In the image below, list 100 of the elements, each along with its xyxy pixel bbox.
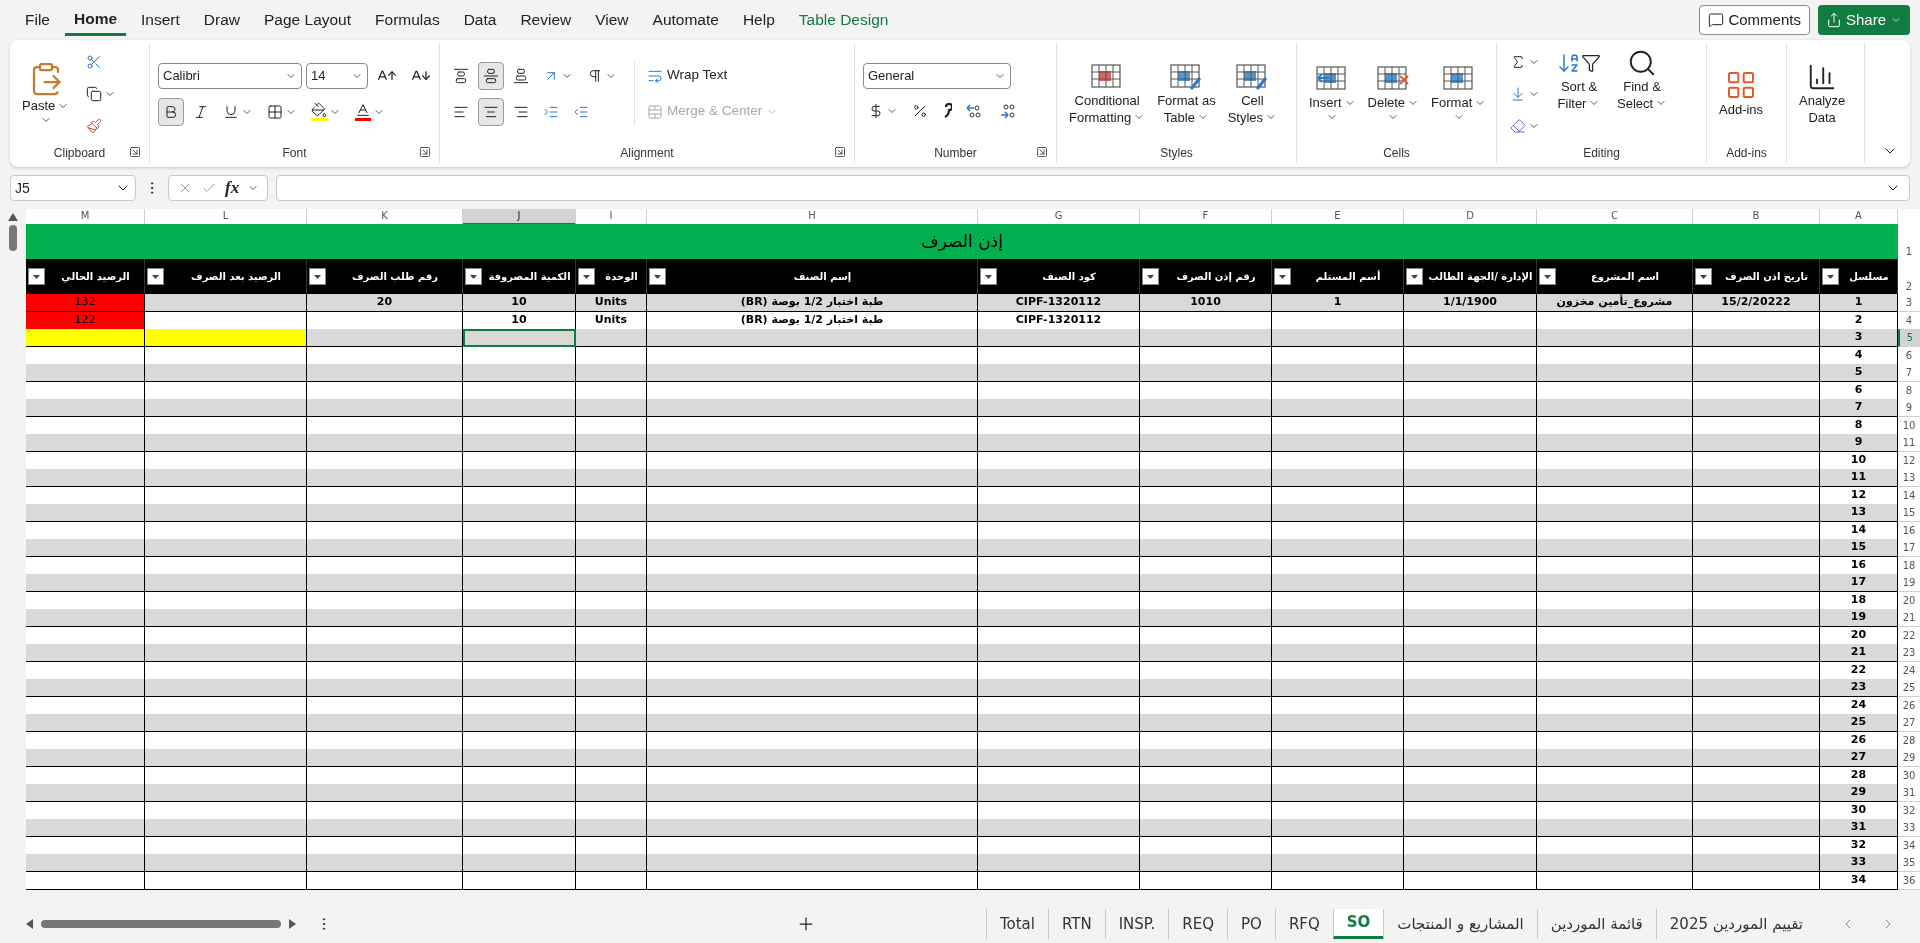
copy-icon — [86, 85, 103, 102]
filter-dropdown-button[interactable] — [578, 268, 595, 285]
filter-dropdown-button[interactable] — [309, 268, 326, 285]
menu-tab[interactable]: Page Layout — [255, 4, 361, 36]
menu-tab[interactable]: File — [16, 4, 59, 36]
add-ins-button[interactable]: Add-ins — [1715, 69, 1768, 118]
bold-button[interactable] — [158, 97, 184, 126]
paste-button[interactable]: Paste — [18, 61, 74, 126]
row-number[interactable]: 29 — [1898, 749, 1920, 767]
sheet-tab[interactable]: المشاريع و المنتجات — [1383, 909, 1537, 939]
table-cell — [576, 574, 647, 592]
number-format-dropdown[interactable]: General — [863, 62, 1011, 89]
filter-dropdown-button[interactable] — [465, 268, 482, 285]
filter-dropdown-button[interactable] — [1822, 268, 1839, 285]
paintbrush-icon — [86, 117, 103, 134]
menu-tab[interactable]: Data — [454, 4, 506, 36]
name-box[interactable]: J5 — [10, 175, 136, 201]
row-number[interactable]: 33 — [1898, 819, 1920, 837]
cells-button[interactable]: Format — [1427, 64, 1491, 123]
table-cell: 33 — [1820, 854, 1898, 872]
row-number[interactable]: 13 — [1898, 469, 1920, 487]
row-number[interactable]: 27 — [1898, 714, 1920, 732]
filter-dropdown-button[interactable] — [980, 268, 997, 285]
table-cell: 3 — [1820, 329, 1898, 347]
font-family-dropdown[interactable]: Calibri — [158, 62, 302, 89]
sheet-tab[interactable]: تقييم الموردين 2025 — [1655, 909, 1816, 939]
menu-tab[interactable]: Automate — [643, 4, 728, 36]
filter-dropdown-button[interactable] — [1695, 268, 1712, 285]
sheet-tab[interactable]: PO — [1227, 909, 1275, 939]
row-number[interactable]: 31 — [1898, 784, 1920, 802]
filter-dropdown-button[interactable] — [147, 268, 164, 285]
horizontal-scrollbar-thumb[interactable] — [41, 920, 281, 928]
menu-tab[interactable]: Review — [511, 4, 581, 36]
sheet-tab[interactable]: REQ — [1168, 909, 1228, 939]
row-number[interactable]: 2 — [1898, 259, 1920, 294]
filter-dropdown-button[interactable] — [649, 268, 666, 285]
styles-button[interactable]: Conditional Formatting — [1065, 61, 1150, 126]
row-number[interactable]: 19 — [1898, 574, 1920, 592]
menu-tab[interactable]: Formulas — [366, 4, 449, 36]
menu-tab[interactable]: Draw — [194, 4, 249, 36]
dialog-launcher-button[interactable] — [129, 146, 141, 158]
column-header: الكمية المصروفة — [463, 259, 576, 294]
styles-button[interactable]: Format as Table — [1153, 61, 1220, 126]
share-button[interactable]: Share — [1817, 5, 1910, 35]
row-number[interactable]: 21 — [1898, 609, 1920, 627]
row-number[interactable]: 25 — [1898, 679, 1920, 697]
column-letter[interactable]: J — [463, 209, 576, 225]
table-cell — [576, 679, 647, 697]
row-number[interactable]: 23 — [1898, 644, 1920, 662]
filter-dropdown-button[interactable] — [1142, 268, 1159, 285]
comments-button[interactable]: Comments — [1699, 5, 1810, 35]
menu-tab[interactable]: Table Design — [789, 4, 898, 36]
insert-function-button[interactable]: fx — [225, 175, 240, 201]
menu-tab[interactable]: View — [586, 4, 638, 36]
sheet-tab[interactable]: SO — [1332, 909, 1384, 939]
sheet-tab[interactable]: INSP. — [1104, 909, 1169, 939]
filter-dropdown-button[interactable] — [1274, 268, 1291, 285]
table-cell: Units — [576, 294, 647, 312]
table-cell: 9 — [1820, 434, 1898, 452]
menu-tab[interactable]: Help — [733, 4, 784, 36]
table-cell: CIPF-1320112 — [978, 294, 1140, 312]
dialog-launcher-button[interactable] — [1036, 146, 1048, 158]
vertical-align-button[interactable] — [478, 61, 504, 90]
sheet-tab[interactable]: RTN — [1047, 909, 1105, 939]
row-number[interactable]: 3 — [1898, 294, 1920, 312]
horizontal-align-button[interactable] — [478, 97, 504, 126]
font-color-icon — [355, 102, 371, 121]
row-number[interactable]: 1 — [1898, 224, 1920, 259]
menu-tab[interactable]: Insert — [132, 4, 189, 36]
wrap-text-button[interactable]: Wrap Text — [647, 61, 779, 90]
row-number[interactable]: 7 — [1898, 364, 1920, 382]
styles-button[interactable]: Cell Styles — [1223, 61, 1282, 126]
row-number[interactable]: 9 — [1898, 399, 1920, 417]
dialog-launcher-button[interactable] — [419, 146, 431, 158]
sheet-tab[interactable]: Total — [985, 909, 1048, 939]
font-size-dropdown[interactable]: 14 — [306, 62, 368, 89]
filter-dropdown-button[interactable] — [28, 268, 45, 285]
cells-button[interactable]: Insert — [1305, 64, 1360, 123]
up-arrow-icon — [8, 213, 18, 221]
sheet-tab[interactable]: RFQ — [1274, 909, 1333, 939]
row-number[interactable]: 15 — [1898, 504, 1920, 522]
scrollbar-thumb[interactable] — [9, 225, 17, 251]
table-cell — [576, 609, 647, 627]
editing-button[interactable]: Find & Select — [1613, 47, 1672, 112]
row-number[interactable]: 11 — [1898, 434, 1920, 452]
menu-tab[interactable]: Home — [65, 4, 127, 36]
editing-button[interactable]: Sort & Filter — [1553, 47, 1605, 112]
sheet-tab[interactable]: قائمة الموردين — [1536, 909, 1656, 939]
eraser-icon — [1510, 117, 1526, 134]
filter-dropdown-button[interactable] — [1539, 268, 1556, 285]
row-number[interactable]: 17 — [1898, 539, 1920, 557]
analyze-data-button[interactable]: Analyze Data — [1795, 61, 1850, 126]
row-number[interactable]: 5 — [1898, 329, 1920, 347]
group-label: Alignment — [620, 145, 674, 162]
filter-dropdown-button[interactable] — [1406, 268, 1423, 285]
dialog-launcher-button[interactable] — [834, 146, 846, 158]
formula-input[interactable] — [276, 175, 1910, 201]
table-cell: 19 — [1820, 609, 1898, 627]
cells-button[interactable]: Delete — [1363, 64, 1424, 123]
row-number[interactable]: 35 — [1898, 854, 1920, 872]
